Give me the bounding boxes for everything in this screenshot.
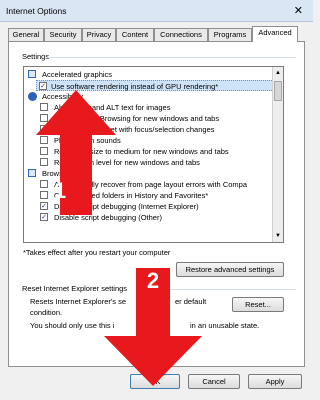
tab-general[interactable]: General bbox=[8, 28, 44, 41]
tab-connections[interactable]: Connections bbox=[154, 28, 208, 41]
tab-advanced[interactable]: Advanced bbox=[252, 26, 298, 42]
category-icon bbox=[28, 70, 36, 78]
reset-description-3: You should only use this i bbox=[30, 321, 115, 330]
tab-security[interactable]: Security bbox=[44, 28, 82, 41]
scroll-up-icon[interactable]: ▲ bbox=[274, 69, 282, 77]
tab-content[interactable]: Content bbox=[116, 28, 154, 41]
close-icon[interactable]: ✕ bbox=[294, 4, 303, 17]
apply-button[interactable]: Apply bbox=[248, 374, 302, 389]
step-2-label: 2 bbox=[146, 268, 160, 293]
restart-note: *Takes effect after you restart your com… bbox=[23, 248, 171, 257]
category-icon bbox=[28, 169, 36, 177]
scroll-down-icon[interactable]: ▼ bbox=[274, 232, 282, 240]
reset-button[interactable]: Reset... bbox=[232, 297, 284, 312]
step-1-label: 1 bbox=[53, 178, 67, 203]
title-bar: Internet Options ✕ bbox=[0, 0, 313, 22]
scroll-thumb[interactable] bbox=[274, 81, 282, 101]
tab-programs[interactable]: Programs bbox=[208, 28, 252, 41]
reset-description-2: condition. bbox=[30, 308, 63, 317]
window-title: Internet Options bbox=[6, 6, 67, 16]
vertical-scrollbar[interactable]: ▲ ▼ bbox=[272, 67, 283, 242]
tab-privacy[interactable]: Privacy bbox=[82, 28, 116, 41]
list-item-label: Accelerated graphics bbox=[42, 70, 113, 79]
settings-label: Settings bbox=[22, 52, 50, 61]
settings-divider bbox=[48, 57, 296, 58]
checkbox[interactable]: ✓ bbox=[39, 82, 47, 90]
tab-strip: General Security Privacy Content Connect… bbox=[8, 26, 304, 42]
